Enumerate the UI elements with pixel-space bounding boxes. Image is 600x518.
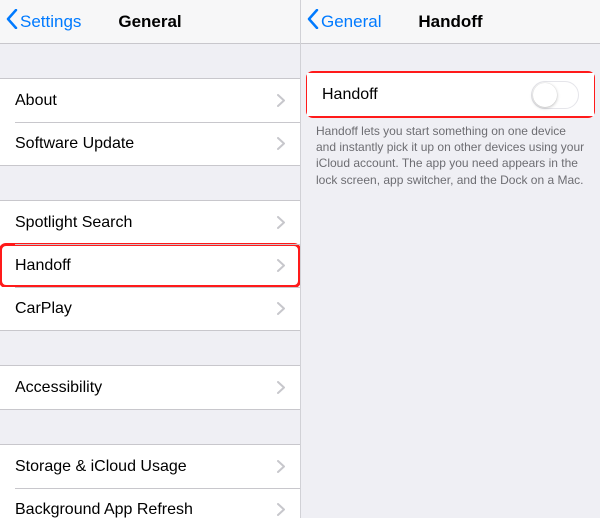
row-label: About bbox=[15, 92, 277, 110]
footer-note: Handoff lets you start something on one … bbox=[301, 117, 600, 188]
screen-handoff: General Handoff Handoff Handoff lets you… bbox=[300, 0, 600, 518]
chevron-right-icon bbox=[277, 259, 285, 272]
chevron-right-icon bbox=[277, 137, 285, 150]
chevron-right-icon bbox=[277, 302, 285, 315]
back-label: General bbox=[321, 12, 381, 32]
row-handoff-toggle: Handoff bbox=[307, 73, 594, 116]
back-button[interactable]: General bbox=[301, 0, 381, 43]
group-about: About Software Update bbox=[0, 78, 300, 166]
row-background-refresh[interactable]: Background App Refresh bbox=[0, 488, 300, 518]
back-button[interactable]: Settings bbox=[0, 0, 81, 43]
chevron-right-icon bbox=[277, 381, 285, 394]
row-spotlight-search[interactable]: Spotlight Search bbox=[0, 201, 300, 244]
row-label: Handoff bbox=[15, 257, 277, 275]
chevron-left-icon bbox=[307, 9, 321, 34]
group-spotlight-handoff-carplay: Spotlight Search Handoff CarPlay bbox=[0, 200, 300, 331]
group-accessibility: Accessibility bbox=[0, 365, 300, 410]
row-label: Storage & iCloud Usage bbox=[15, 458, 277, 476]
row-storage-icloud[interactable]: Storage & iCloud Usage bbox=[0, 445, 300, 488]
row-label: Handoff bbox=[322, 86, 531, 104]
content-handoff: Handoff Handoff lets you start something… bbox=[301, 44, 600, 518]
row-about[interactable]: About bbox=[0, 79, 300, 122]
chevron-right-icon bbox=[277, 216, 285, 229]
chevron-right-icon bbox=[277, 503, 285, 516]
row-handoff[interactable]: Handoff bbox=[0, 244, 300, 287]
navbar-general: Settings General bbox=[0, 0, 300, 44]
navbar-handoff: General Handoff bbox=[301, 0, 600, 44]
chevron-right-icon bbox=[277, 460, 285, 473]
row-carplay[interactable]: CarPlay bbox=[0, 287, 300, 330]
group-handoff-toggle: Handoff bbox=[307, 72, 594, 117]
chevron-right-icon bbox=[277, 94, 285, 107]
row-label: Accessibility bbox=[15, 379, 277, 397]
handoff-toggle[interactable] bbox=[531, 81, 579, 109]
row-label: Spotlight Search bbox=[15, 214, 277, 232]
row-software-update[interactable]: Software Update bbox=[0, 122, 300, 165]
row-label: Software Update bbox=[15, 135, 277, 153]
content-general: About Software Update Spotlight Search H… bbox=[0, 44, 300, 518]
row-label: CarPlay bbox=[15, 300, 277, 318]
chevron-left-icon bbox=[6, 9, 20, 34]
row-accessibility[interactable]: Accessibility bbox=[0, 366, 300, 409]
row-label: Background App Refresh bbox=[15, 501, 277, 518]
screen-general: Settings General About Software Update bbox=[0, 0, 300, 518]
group-storage-refresh: Storage & iCloud Usage Background App Re… bbox=[0, 444, 300, 518]
back-label: Settings bbox=[20, 12, 81, 32]
